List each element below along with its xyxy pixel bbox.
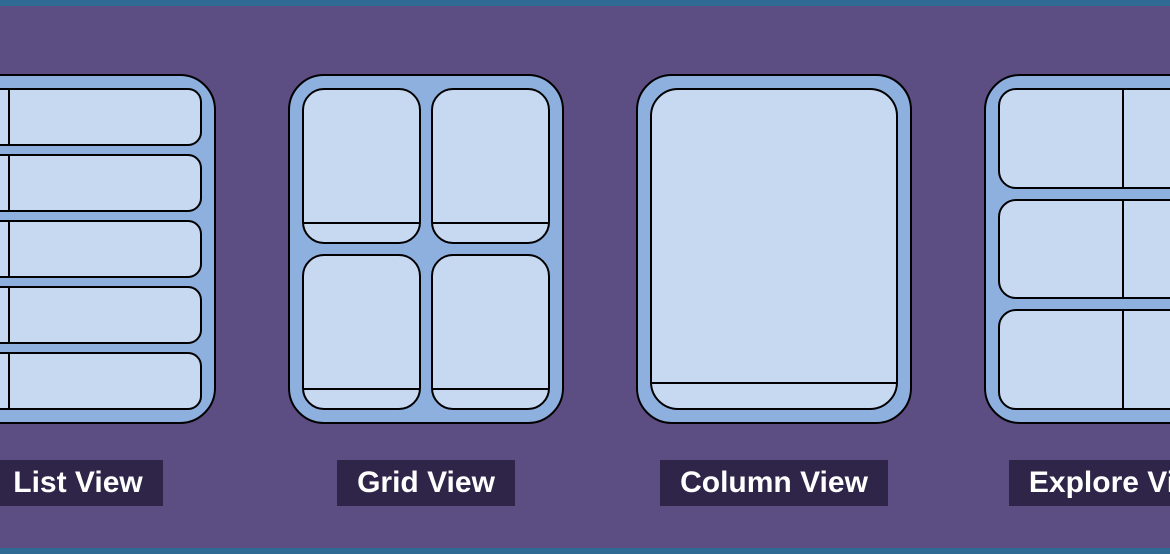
column-cell <box>650 88 898 410</box>
list-view-icon <box>0 88 202 410</box>
explore-view-icon <box>998 88 1170 410</box>
list-row <box>0 220 202 278</box>
list-view-tile <box>0 74 216 424</box>
explore-row <box>998 309 1170 410</box>
grid-cell <box>431 88 550 244</box>
view-option-column[interactable]: Column View <box>636 74 912 506</box>
view-label-list: List View <box>0 460 163 506</box>
column-view-icon <box>650 88 898 410</box>
explore-view-tile <box>984 74 1170 424</box>
view-label-column: Column View <box>660 460 888 506</box>
grid-view-tile <box>288 74 564 424</box>
column-view-tile <box>636 74 912 424</box>
view-label-grid: Grid View <box>337 460 515 506</box>
grid-cell <box>302 88 421 244</box>
explore-row <box>998 199 1170 300</box>
view-options-row: List View Grid View Column View <box>0 6 1170 506</box>
list-row <box>0 352 202 410</box>
grid-view-icon <box>302 88 550 410</box>
view-option-explore[interactable]: Explore View <box>984 74 1170 506</box>
grid-cell <box>431 254 550 410</box>
view-option-list[interactable]: List View <box>0 74 216 506</box>
grid-cell <box>302 254 421 410</box>
view-option-grid[interactable]: Grid View <box>288 74 564 506</box>
view-label-explore: Explore View <box>1009 460 1170 506</box>
list-row <box>0 154 202 212</box>
explore-row <box>998 88 1170 189</box>
list-row <box>0 286 202 344</box>
list-row <box>0 88 202 146</box>
